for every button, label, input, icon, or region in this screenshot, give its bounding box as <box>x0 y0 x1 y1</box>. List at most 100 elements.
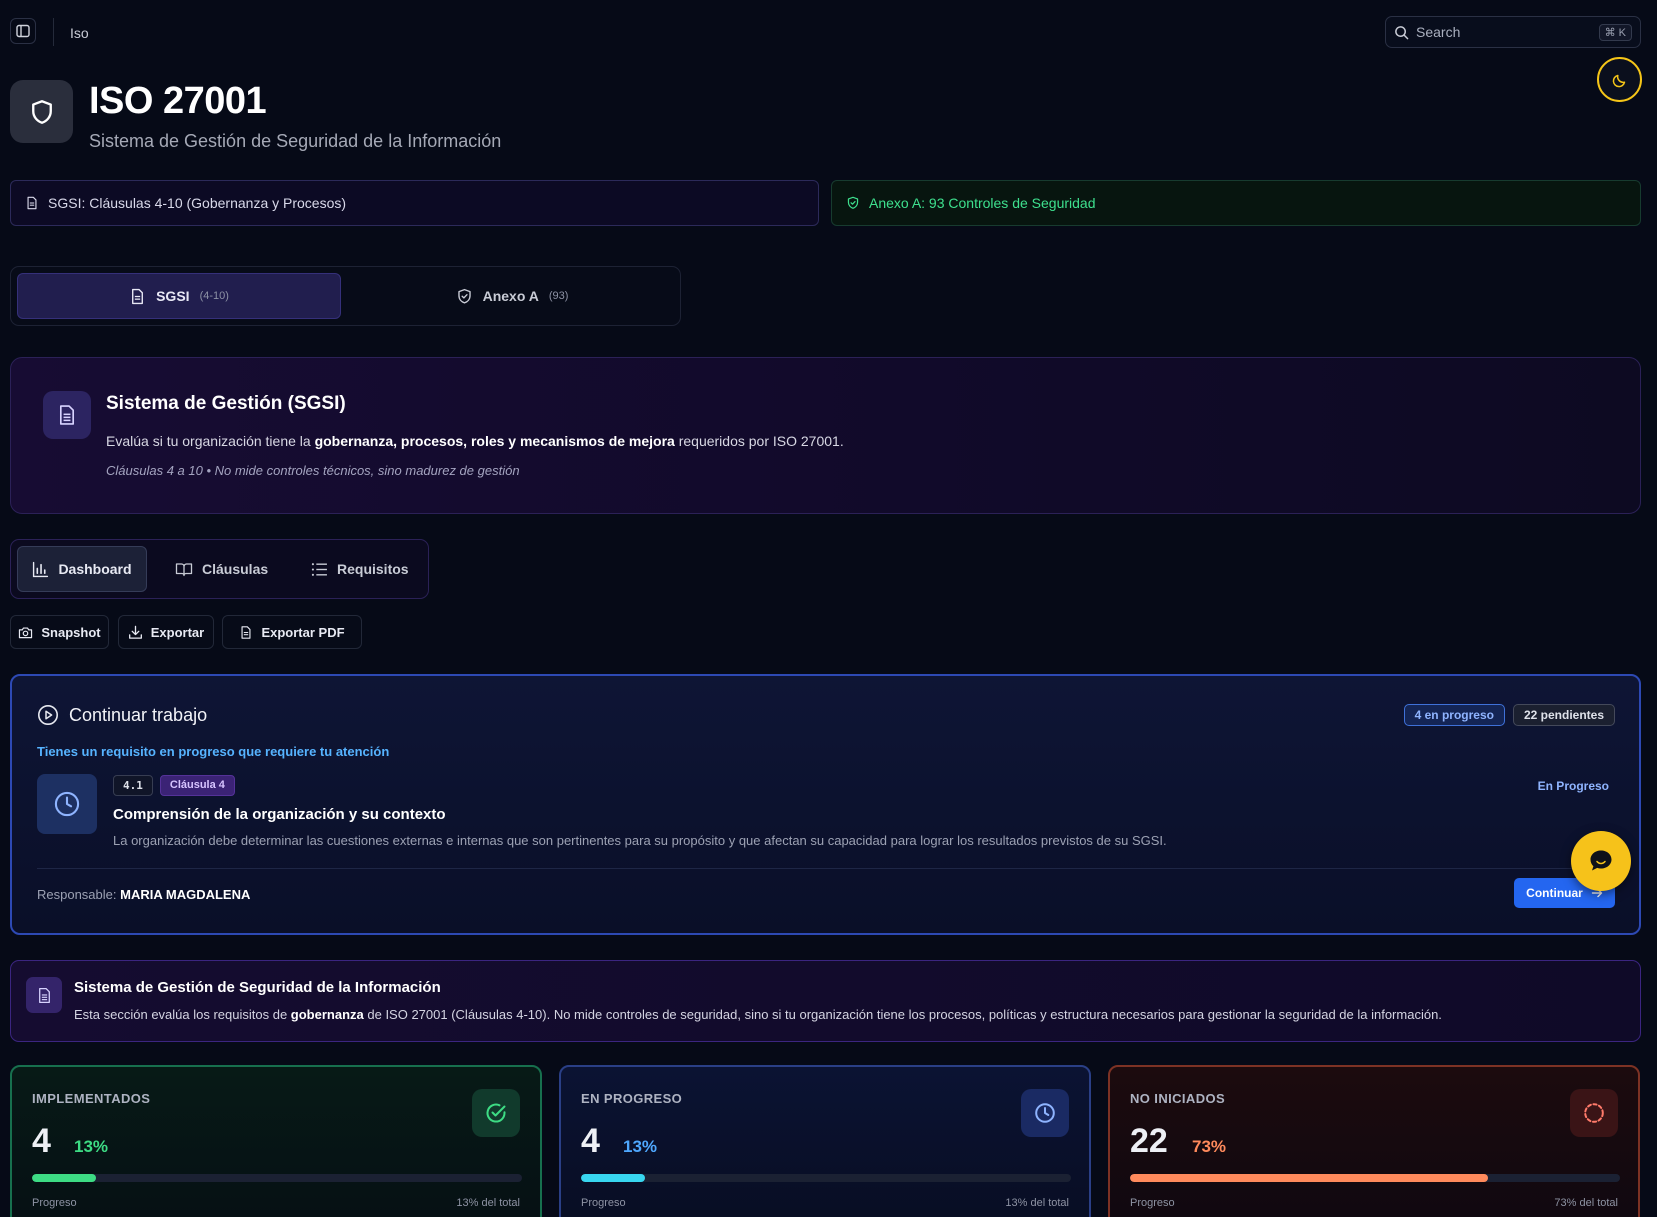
tab-dashboard-label: Dashboard <box>58 561 132 577</box>
stat-footer-label: Progreso <box>1130 1197 1175 1209</box>
sgsi-section-label: SGSI: Cláusulas 4-10 (Gobernanza y Proce… <box>48 195 347 211</box>
shield-check-icon <box>457 288 471 304</box>
list-icon <box>311 562 327 576</box>
stat-progress-track <box>32 1174 522 1182</box>
sidebar-toggle-button[interactable] <box>10 18 36 44</box>
export-pdf-label: Exportar PDF <box>261 624 345 640</box>
page-subtitle: Sistema de Gestión de Seguridad de la In… <box>89 131 502 151</box>
search-shortcut: ⌘ K <box>1598 23 1632 41</box>
stat-value: 22 <box>1130 1122 1168 1160</box>
tab-anexo-count: (93) <box>548 290 569 302</box>
anexo-section-button[interactable]: Anexo A: 93 Controles de Seguridad <box>831 180 1641 226</box>
stat-footer-total: 13% del total <box>456 1197 520 1209</box>
sgsi-card-icon <box>43 391 91 439</box>
search-placeholder: Search <box>1416 24 1461 40</box>
stat-card-implemented: IMPLEMENTADOS 4 13% Progreso 13% del tot… <box>10 1065 542 1217</box>
search-icon <box>1395 25 1409 39</box>
requirement-title[interactable]: Comprensión de la organización y su cont… <box>113 806 446 823</box>
stat-icon <box>1021 1089 1069 1137</box>
continue-work-header: Continuar trabajo <box>37 704 207 726</box>
breadcrumb[interactable]: Iso <box>70 25 89 41</box>
requirement-code: 4.1 <box>113 775 153 796</box>
sgsi-banner-title: Sistema de Gestión de Seguridad de la In… <box>74 979 441 996</box>
tab-dashboard[interactable]: Dashboard <box>17 546 147 592</box>
document-icon <box>132 288 144 304</box>
continue-label: Continuar <box>1526 886 1583 900</box>
stat-icon <box>472 1089 520 1137</box>
continue-work-badges: 4 en progreso 22 pendientes <box>1403 704 1615 726</box>
page-title: ISO 27001 <box>89 80 267 122</box>
export-pdf-button[interactable]: Exportar PDF <box>222 615 362 649</box>
tab-sgsi[interactable]: SGSI (4-10) <box>17 273 341 319</box>
stat-label: EN PROGRESO <box>581 1091 683 1106</box>
stat-percent: 13% <box>623 1137 658 1156</box>
stat-value: 4 <box>581 1122 600 1160</box>
standard-tabs: SGSI (4-10) Anexo A (93) <box>10 266 681 326</box>
in-progress-badge: 4 en progreso <box>1403 704 1505 726</box>
tab-sgsi-count: (4-10) <box>199 290 229 302</box>
tab-requisitos[interactable]: Requisitos <box>311 546 409 592</box>
divider <box>37 868 1617 869</box>
chat-button[interactable] <box>1571 831 1631 891</box>
sidebar-icon <box>16 24 30 38</box>
stat-progress-track <box>581 1174 1071 1182</box>
requirement-tags: 4.1 Cláusula 4 <box>113 775 235 796</box>
snapshot-label: Snapshot <box>41 624 101 640</box>
stat-footer-total: 73% del total <box>1554 1197 1618 1209</box>
bar-chart-icon <box>33 561 49 577</box>
sgsi-card-note: Cláusulas 4 a 10 • No mide controles téc… <box>106 463 520 478</box>
tab-clausulas[interactable]: Cláusulas <box>175 546 268 592</box>
clock-icon <box>1035 1103 1055 1123</box>
search-input[interactable]: Search ⌘ K <box>1385 16 1641 48</box>
sgsi-banner-icon <box>26 977 62 1013</box>
tab-anexo[interactable]: Anexo A (93) <box>350 273 674 319</box>
continue-work-card: Continuar trabajo 4 en progreso 22 pendi… <box>10 674 1641 935</box>
continue-work-title: Continuar trabajo <box>69 704 208 725</box>
stat-label: IMPLEMENTADOS <box>32 1091 151 1106</box>
chat-bubble-icon <box>1590 850 1612 871</box>
tab-requisitos-label: Requisitos <box>337 561 409 577</box>
stat-progress-track <box>1130 1174 1620 1182</box>
view-tabs: Dashboard Cláusulas Requisitos <box>10 539 429 599</box>
tab-clausulas-label: Cláusulas <box>202 561 269 577</box>
theme-toggle-button[interactable] <box>1597 57 1642 102</box>
stat-icon <box>1570 1089 1618 1137</box>
stat-card-in-progress: EN PROGRESO 4 13% Progreso 13% del total <box>559 1065 1091 1217</box>
sgsi-banner-description: Esta sección evalúa los requisitos de go… <box>74 1007 1442 1022</box>
download-icon <box>128 625 142 639</box>
stat-progress-fill <box>581 1174 645 1182</box>
stat-label: NO INICIADOS <box>1130 1091 1226 1106</box>
stat-percent: 13% <box>74 1137 109 1156</box>
camera-icon <box>19 626 33 638</box>
document-icon <box>59 405 75 425</box>
export-label: Exportar <box>150 624 205 640</box>
sgsi-card-title: Sistema de Gestión (SGSI) <box>106 393 346 414</box>
shield-icon <box>31 99 52 124</box>
moon-icon <box>1612 74 1625 87</box>
play-circle-icon <box>38 705 58 725</box>
continue-work-alert: Tienes un requisito en progreso que requ… <box>37 744 390 759</box>
sgsi-card-description: Evalúa si tu organización tiene la gober… <box>106 433 844 449</box>
stat-progress-fill <box>32 1174 96 1182</box>
requirement-status: En Progreso <box>1537 779 1609 793</box>
stat-footer-total: 13% del total <box>1005 1197 1069 1209</box>
export-button[interactable]: Exportar <box>118 615 214 649</box>
clock-icon <box>54 791 80 817</box>
pending-badge: 22 pendientes <box>1512 704 1615 726</box>
check-circle-icon <box>486 1103 506 1123</box>
stat-card-not-started: NO INICIADOS 22 73% Progreso 73% del tot… <box>1108 1065 1640 1217</box>
topbar-divider <box>53 18 54 46</box>
book-open-icon <box>175 562 193 576</box>
shield-check-icon <box>847 196 859 209</box>
sgsi-section-button[interactable]: SGSI: Cláusulas 4-10 (Gobernanza y Proce… <box>10 180 819 226</box>
stat-value: 4 <box>32 1122 51 1160</box>
requirement-clause: Cláusula 4 <box>159 775 235 796</box>
stat-footer-label: Progreso <box>32 1197 77 1209</box>
responsable: Responsable: MARIA MAGDALENA <box>37 887 251 902</box>
stat-percent: 73% <box>1192 1137 1227 1156</box>
page-icon <box>10 80 73 143</box>
snapshot-button[interactable]: Snapshot <box>10 615 109 649</box>
stat-progress-fill <box>1130 1174 1488 1182</box>
document-icon <box>241 625 251 639</box>
sgsi-info-card: Sistema de Gestión (SGSI) Evalúa si tu o… <box>10 357 1641 514</box>
